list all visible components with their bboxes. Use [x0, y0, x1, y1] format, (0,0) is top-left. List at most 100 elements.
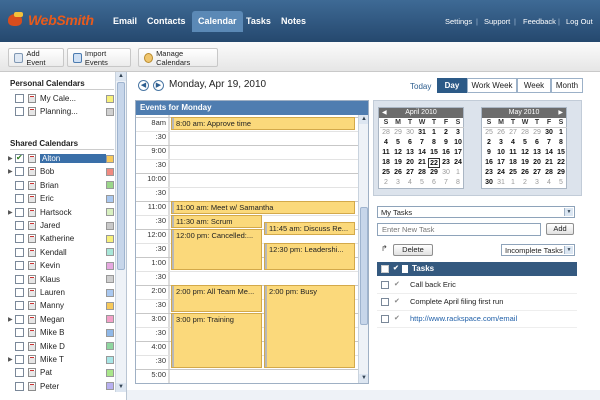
- expand-arrow-icon[interactable]: ▶: [8, 316, 13, 323]
- calendar-name[interactable]: Brian: [40, 181, 106, 190]
- calendar-name[interactable]: Mike D: [40, 342, 106, 351]
- move-icon[interactable]: ↱: [381, 244, 388, 253]
- time-slot[interactable]: [136, 369, 358, 383]
- calendar-row-megan[interactable]: ▶ Megan: [8, 313, 114, 326]
- task-checkbox[interactable]: [381, 298, 389, 306]
- mini-calendar-day[interactable]: 25: [380, 168, 392, 178]
- calendar-color-swatch[interactable]: [106, 181, 114, 190]
- expand-arrow-icon[interactable]: ▶: [8, 168, 13, 175]
- mini-calendar-day[interactable]: 29: [392, 128, 404, 138]
- previous-month-arrow-icon[interactable]: ◀: [382, 108, 387, 118]
- mini-calendar-day[interactable]: 12: [519, 148, 531, 158]
- mini-calendar-day[interactable]: 18: [380, 158, 392, 168]
- scroll-up-arrow-icon[interactable]: ▲: [116, 72, 126, 81]
- scroll-up-arrow-icon[interactable]: ▲: [359, 115, 368, 124]
- mini-calendar-day[interactable]: 5: [555, 178, 567, 188]
- calendar-row-eric[interactable]: Eric: [8, 192, 114, 205]
- calendar-checkbox[interactable]: [15, 234, 24, 244]
- calendar-row-kevin[interactable]: Kevin: [8, 259, 114, 272]
- mini-calendar-day[interactable]: 6: [531, 138, 543, 148]
- calendar-checkbox[interactable]: [15, 221, 24, 230]
- complete-check-icon[interactable]: ✔: [394, 295, 400, 309]
- calendar-color-swatch[interactable]: [106, 301, 114, 310]
- mini-calendar-day[interactable]: 6: [428, 178, 440, 188]
- view-month-button[interactable]: Month: [551, 78, 583, 93]
- calendar-name[interactable]: Bob: [40, 167, 106, 176]
- websmith-logo[interactable]: WebSmith: [6, 12, 94, 28]
- mini-calendar-day[interactable]: 7: [416, 138, 428, 148]
- mini-calendar-day[interactable]: 5: [519, 138, 531, 148]
- mini-calendar-day[interactable]: 30: [543, 128, 555, 138]
- mini-calendar-day[interactable]: 23: [440, 158, 452, 168]
- calendar-checkbox[interactable]: [15, 167, 24, 177]
- mini-calendar-day[interactable]: 30: [404, 128, 416, 138]
- mini-calendar-day[interactable]: 7: [543, 138, 555, 148]
- calendar-name[interactable]: Eric: [40, 194, 106, 203]
- mini-calendar-day[interactable]: 30: [440, 168, 452, 178]
- mini-calendar-day[interactable]: 21: [416, 158, 428, 168]
- complete-check-icon[interactable]: ✔: [394, 278, 400, 292]
- mini-calendar-day[interactable]: 11: [380, 148, 392, 158]
- calendar-row-lauren[interactable]: Lauren: [8, 286, 114, 299]
- feedback-link[interactable]: Feedback: [523, 17, 556, 26]
- calendar-color-swatch[interactable]: [106, 288, 114, 297]
- mini-calendar-day[interactable]: 10: [495, 148, 507, 158]
- mini-calendar-day[interactable]: 20: [531, 158, 543, 168]
- calendar-row-hartsock[interactable]: ▶ Hartsock: [8, 206, 114, 219]
- day-time-grid[interactable]: 8am:30 9:00:30 10:00:30 11:00:30 12:00:30 1:0…: [136, 115, 358, 383]
- nav-tasks[interactable]: Tasks: [246, 16, 271, 26]
- mini-calendar-day[interactable]: 4: [404, 178, 416, 188]
- time-slot[interactable]: [136, 187, 358, 201]
- mini-calendar-day[interactable]: 4: [507, 138, 519, 148]
- calendar-name[interactable]: Pat: [40, 368, 106, 377]
- nav-notes[interactable]: Notes: [281, 16, 306, 26]
- time-slot[interactable]: [136, 271, 358, 285]
- calendar-color-swatch[interactable]: [106, 107, 114, 116]
- calendar-event[interactable]: 11:00 am: Meet w/ Samantha: [171, 201, 355, 214]
- calendar-name[interactable]: Jared: [40, 221, 106, 230]
- calendar-color-swatch[interactable]: [106, 342, 114, 351]
- mini-calendar-day[interactable]: 10: [452, 138, 464, 148]
- mini-calendar-day[interactable]: 31: [416, 128, 428, 138]
- sidebar-scrollbar[interactable]: ▲ ▼: [115, 72, 126, 392]
- calendar-checkbox[interactable]: [15, 288, 24, 297]
- mini-calendar-day[interactable]: 30: [483, 178, 495, 188]
- calendar-event[interactable]: 2:00 pm: Busy: [264, 285, 355, 368]
- calendar-name[interactable]: Peter: [40, 382, 106, 391]
- scroll-down-arrow-icon[interactable]: ▼: [359, 374, 368, 383]
- mini-calendar-day[interactable]: 13: [531, 148, 543, 158]
- calendar-checkbox[interactable]: [15, 368, 24, 378]
- calendar-row-kendall[interactable]: Kendall: [8, 246, 114, 259]
- scroll-down-arrow-icon[interactable]: ▼: [116, 383, 126, 392]
- view-week-button[interactable]: Week: [517, 78, 551, 93]
- calendar-checkbox[interactable]: [15, 355, 24, 364]
- mini-calendar-day[interactable]: 3: [452, 128, 464, 138]
- task-link[interactable]: http://www.rackspace.com/email: [410, 312, 517, 326]
- previous-day-button[interactable]: ◀: [138, 80, 149, 91]
- mini-calendar-day[interactable]: 3: [392, 178, 404, 188]
- mini-calendar-day[interactable]: 29: [531, 128, 543, 138]
- today-link[interactable]: Today: [410, 82, 431, 91]
- mini-calendar-day[interactable]: 12: [392, 148, 404, 158]
- mini-calendar-day[interactable]: 27: [507, 128, 519, 138]
- calendar-checkbox[interactable]: [15, 328, 24, 338]
- nav-contacts[interactable]: Contacts: [147, 16, 186, 26]
- calendar-name[interactable]: Klaus: [40, 275, 106, 284]
- logout-link[interactable]: Log Out: [566, 17, 593, 26]
- calendar-name[interactable]: Manny: [40, 301, 106, 310]
- mini-calendar-day[interactable]: 31: [495, 178, 507, 188]
- calendar-event[interactable]: 8:00 am: Approve time: [171, 117, 355, 130]
- calendar-color-swatch[interactable]: [106, 248, 114, 257]
- mini-calendar-day[interactable]: 11: [507, 148, 519, 158]
- mini-calendar-day[interactable]: 2: [483, 138, 495, 148]
- calendar-row-pat[interactable]: Pat: [8, 366, 114, 379]
- calendar-event[interactable]: 2:00 pm: All Team Me...: [171, 285, 262, 312]
- mini-calendar-day[interactable]: 25: [507, 168, 519, 178]
- mini-calendar-day[interactable]: 23: [483, 168, 495, 178]
- delete-task-button[interactable]: Delete: [393, 244, 433, 256]
- mini-calendar-day[interactable]: 29: [428, 168, 440, 178]
- mini-calendar-day[interactable]: 13: [404, 148, 416, 158]
- add-task-button[interactable]: Add: [546, 223, 574, 235]
- mini-calendar-day[interactable]: 9: [483, 148, 495, 158]
- mini-calendar-day[interactable]: 1: [555, 128, 567, 138]
